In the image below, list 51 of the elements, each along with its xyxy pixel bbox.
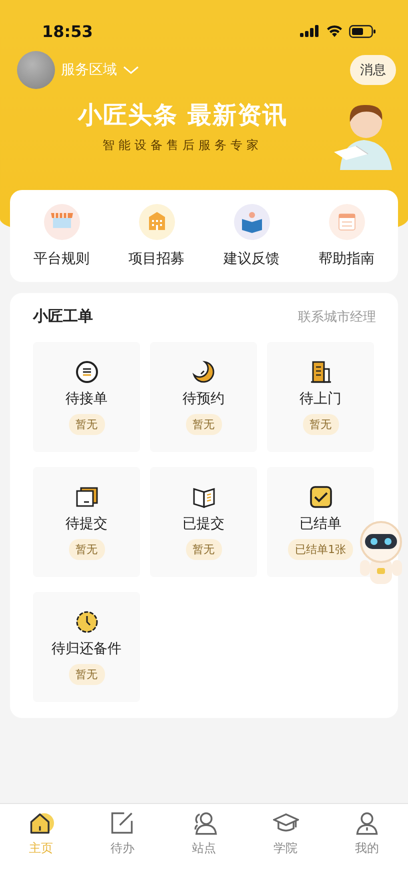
building-icon[interactable] (138, 204, 174, 240)
order-tile[interactable]: 待上门 暂无 (267, 342, 374, 452)
order-status-label: 待归还备件 (52, 640, 122, 658)
list-icon (74, 360, 98, 384)
status-time: 18:53 (42, 22, 93, 40)
count-badge: 暂无 (186, 414, 222, 434)
order-status-label: 已提交 (182, 514, 224, 532)
shortcut-label[interactable]: 项目招募 (128, 250, 184, 268)
tab-item[interactable]: 学院 (256, 810, 316, 883)
order-tile[interactable]: 待归还备件 暂无 (33, 592, 140, 702)
order-status-label: 已结单 (300, 514, 342, 532)
tab-item[interactable]: 我的 (337, 810, 398, 883)
order-status-label: 待上门 (300, 390, 342, 408)
order-tile[interactable]: 已结单 已结单1张 (267, 467, 374, 577)
order-tile[interactable]: 待提交 暂无 (33, 467, 140, 577)
message-button[interactable]: 消息 (350, 55, 396, 85)
book-icon[interactable] (234, 204, 270, 240)
wifi-icon (326, 25, 343, 37)
count-badge: 暂无 (68, 414, 104, 434)
order-tile[interactable]: 待预约 暂无 (150, 342, 257, 452)
tab-item[interactable]: 待办 (92, 810, 152, 883)
order-status-label: 待提交 (66, 514, 108, 532)
count-badge: 已结单1张 (288, 538, 353, 560)
signal-icon (300, 25, 320, 37)
building-icon (308, 360, 332, 384)
clock-icon (74, 610, 98, 634)
edit-icon (109, 810, 136, 836)
section-title: 小匠工单 (33, 307, 93, 326)
card-icon (74, 484, 98, 508)
count-badge: 暂无 (302, 414, 338, 434)
order-status-label: 待接单 (66, 390, 108, 408)
chevron-down-icon[interactable] (123, 66, 139, 74)
calendar-icon[interactable] (328, 204, 364, 240)
count-badge: 暂无 (186, 538, 222, 560)
tab-item[interactable]: 站点 (174, 810, 234, 883)
count-badge: 暂无 (68, 664, 104, 684)
battery-icon (349, 24, 376, 38)
order-status-label: 待预约 (182, 390, 224, 408)
moon-icon (192, 360, 216, 384)
banner-headline: 小匠头条 最新资讯 (78, 100, 288, 131)
shortcut-label[interactable]: 平台规则 (34, 250, 90, 268)
shortcut-label[interactable]: 帮助指南 (318, 250, 374, 268)
banner-subtitle: 智能设备售后服务专家 (102, 137, 263, 154)
checkbox-icon (308, 484, 332, 508)
person-icon (354, 810, 380, 836)
avatar[interactable] (17, 51, 55, 89)
count-badge: 暂无 (68, 538, 104, 560)
order-tile[interactable]: 待接单 暂无 (33, 342, 140, 452)
store-icon[interactable] (44, 204, 80, 240)
order-tile[interactable]: 已提交 暂无 (150, 467, 257, 577)
shortcut-label[interactable]: 建议反馈 (224, 250, 280, 268)
